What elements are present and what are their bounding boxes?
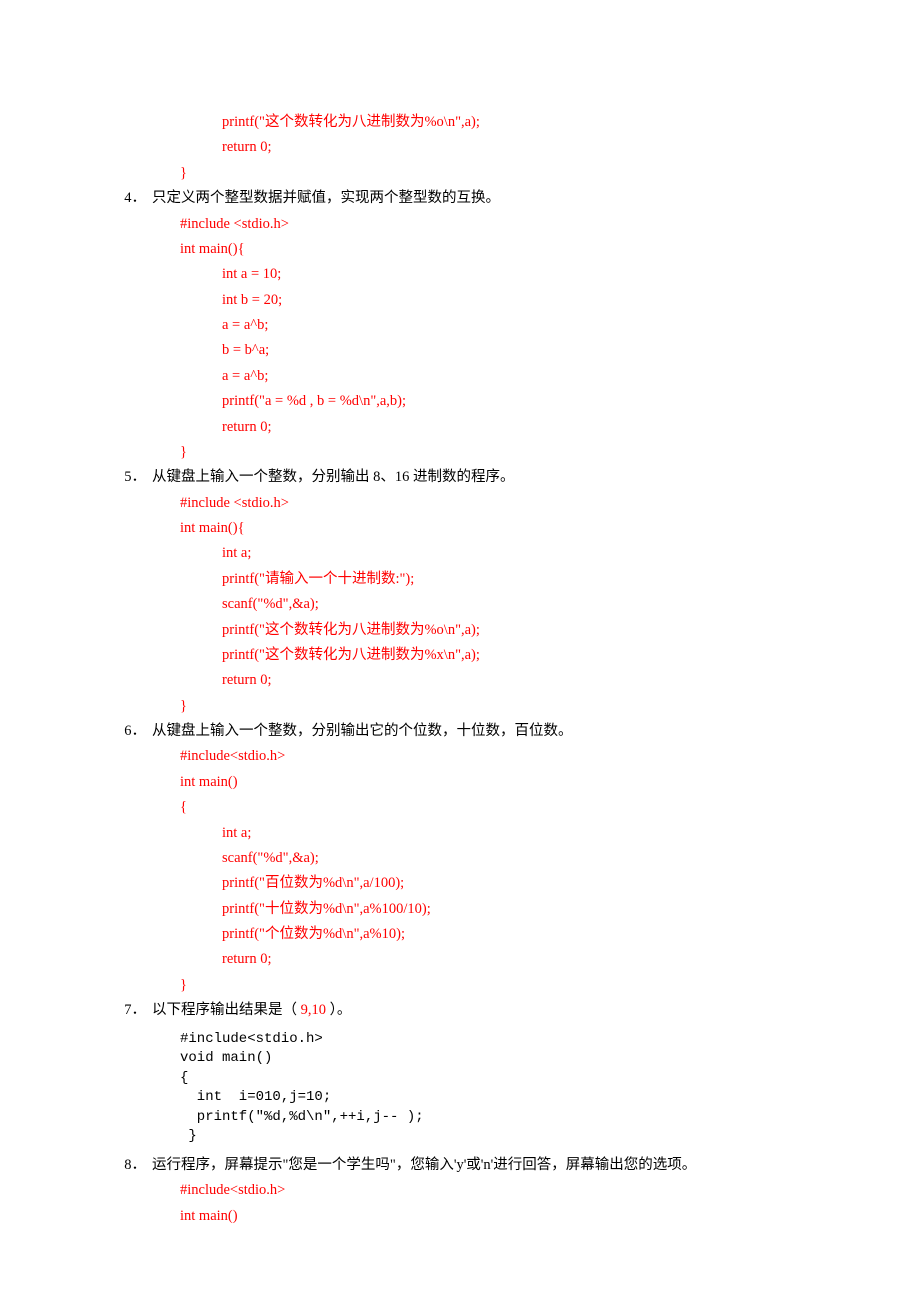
code-line: a = a^b;: [152, 364, 810, 389]
code-line: printf("%d,%d\n",++i,j-- );: [180, 1108, 810, 1128]
code-line: int a;: [152, 821, 810, 846]
question-text: 只定义两个整型数据并赋值，实现两个整型数的互换。: [152, 190, 500, 206]
document-content: printf("这个数转化为八进制数为%o\n",a); return 0; }…: [0, 110, 920, 1229]
code-line: {: [180, 1069, 810, 1089]
code-line: printf("请输入一个十进制数:");: [152, 567, 810, 592]
code-line: }: [152, 161, 810, 186]
question-text: 运行程序，屏幕提示"您是一个学生吗"，您输入'y'或'n'进行回答，屏幕输出您的…: [152, 1157, 696, 1173]
code-line: {: [152, 795, 810, 820]
question-number: 5．: [122, 465, 146, 490]
code-line: scanf("%d",&a);: [152, 846, 810, 871]
question-6: 6． 从键盘上输入一个整数，分别输出它的个位数，十位数，百位数。: [152, 719, 810, 744]
code-line: void main(): [180, 1049, 810, 1069]
code-block-monospace: #include<stdio.h> void main() { int i=01…: [152, 1030, 810, 1148]
code-line: }: [152, 440, 810, 465]
question-8: 8． 运行程序，屏幕提示"您是一个学生吗"，您输入'y'或'n'进行回答，屏幕输…: [152, 1153, 810, 1178]
code-line: int i=010,j=10;: [180, 1088, 810, 1108]
code-line: printf("个位数为%d\n",a%10);: [152, 922, 810, 947]
code-line: return 0;: [152, 947, 810, 972]
code-line: int main(){: [152, 516, 810, 541]
answer-text: 9,10: [301, 1002, 326, 1018]
code-line: #include <stdio.h>: [152, 491, 810, 516]
code-line: #include<stdio.h>: [152, 744, 810, 769]
code-line: int b = 20;: [152, 288, 810, 313]
code-line: return 0;: [152, 415, 810, 440]
code-line: }: [152, 694, 810, 719]
code-line: printf("百位数为%d\n",a/100);: [152, 871, 810, 896]
code-line: }: [152, 973, 810, 998]
code-line: int main(): [152, 770, 810, 795]
question-number: 8．: [122, 1153, 146, 1178]
code-line: printf("这个数转化为八进制数为%o\n",a);: [152, 110, 810, 135]
question-4: 4． 只定义两个整型数据并赋值，实现两个整型数的互换。: [152, 186, 810, 211]
question-text: 从键盘上输入一个整数，分别输出 8、16 进制数的程序。: [152, 469, 515, 485]
code-line: a = a^b;: [152, 313, 810, 338]
question-number: 6．: [122, 719, 146, 744]
code-line: #include<stdio.h>: [180, 1030, 810, 1050]
question-number: 4．: [122, 186, 146, 211]
question-text-prefix: 以下程序输出结果是（: [152, 1002, 301, 1018]
question-5: 5． 从键盘上输入一个整数，分别输出 8、16 进制数的程序。: [152, 465, 810, 490]
question-7: 7． 以下程序输出结果是（ 9,10 ）。: [152, 998, 810, 1023]
question-number: 7．: [122, 998, 146, 1023]
code-line: scanf("%d",&a);: [152, 592, 810, 617]
code-line: printf("这个数转化为八进制数为%o\n",a);: [152, 618, 810, 643]
code-line: int main(): [152, 1204, 810, 1229]
question-text: 从键盘上输入一个整数，分别输出它的个位数，十位数，百位数。: [152, 723, 573, 739]
code-line: return 0;: [152, 135, 810, 160]
question-text-suffix: ）。: [326, 1002, 351, 1018]
code-line: int a;: [152, 541, 810, 566]
code-line: int a = 10;: [152, 262, 810, 287]
code-line: printf("a = %d , b = %d\n",a,b);: [152, 389, 810, 414]
code-line: #include<stdio.h>: [152, 1178, 810, 1203]
code-line: printf("这个数转化为八进制数为%x\n",a);: [152, 643, 810, 668]
code-line: #include <stdio.h>: [152, 212, 810, 237]
code-line: return 0;: [152, 668, 810, 693]
code-line: b = b^a;: [152, 338, 810, 363]
code-line: int main(){: [152, 237, 810, 262]
code-line: }: [180, 1127, 810, 1147]
code-line: printf("十位数为%d\n",a%100/10);: [152, 897, 810, 922]
